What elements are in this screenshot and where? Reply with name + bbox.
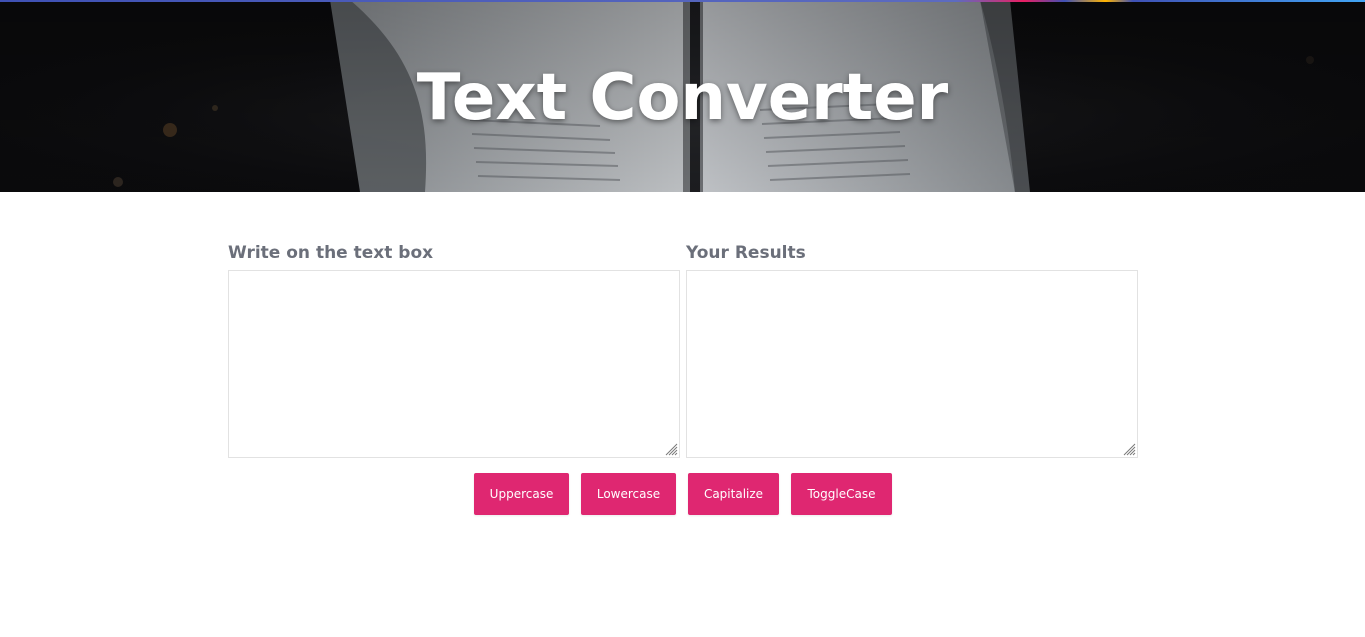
input-textarea[interactable] — [228, 270, 680, 458]
togglecase-button[interactable]: ToggleCase — [791, 473, 892, 515]
results-textarea[interactable] — [686, 270, 1138, 458]
page-title: Text Converter — [416, 61, 949, 135]
top-accent-bar — [0, 0, 1365, 2]
capitalize-button[interactable]: Capitalize — [688, 473, 779, 515]
lowercase-button[interactable]: Lowercase — [581, 473, 676, 515]
hero-banner: Text Converter — [0, 0, 1365, 192]
uppercase-button[interactable]: Uppercase — [474, 473, 569, 515]
resize-handle-icon[interactable] — [664, 442, 678, 456]
resize-handle-icon[interactable] — [1122, 442, 1136, 456]
input-label: Write on the text box — [228, 243, 434, 263]
results-label: Your Results — [686, 243, 806, 263]
